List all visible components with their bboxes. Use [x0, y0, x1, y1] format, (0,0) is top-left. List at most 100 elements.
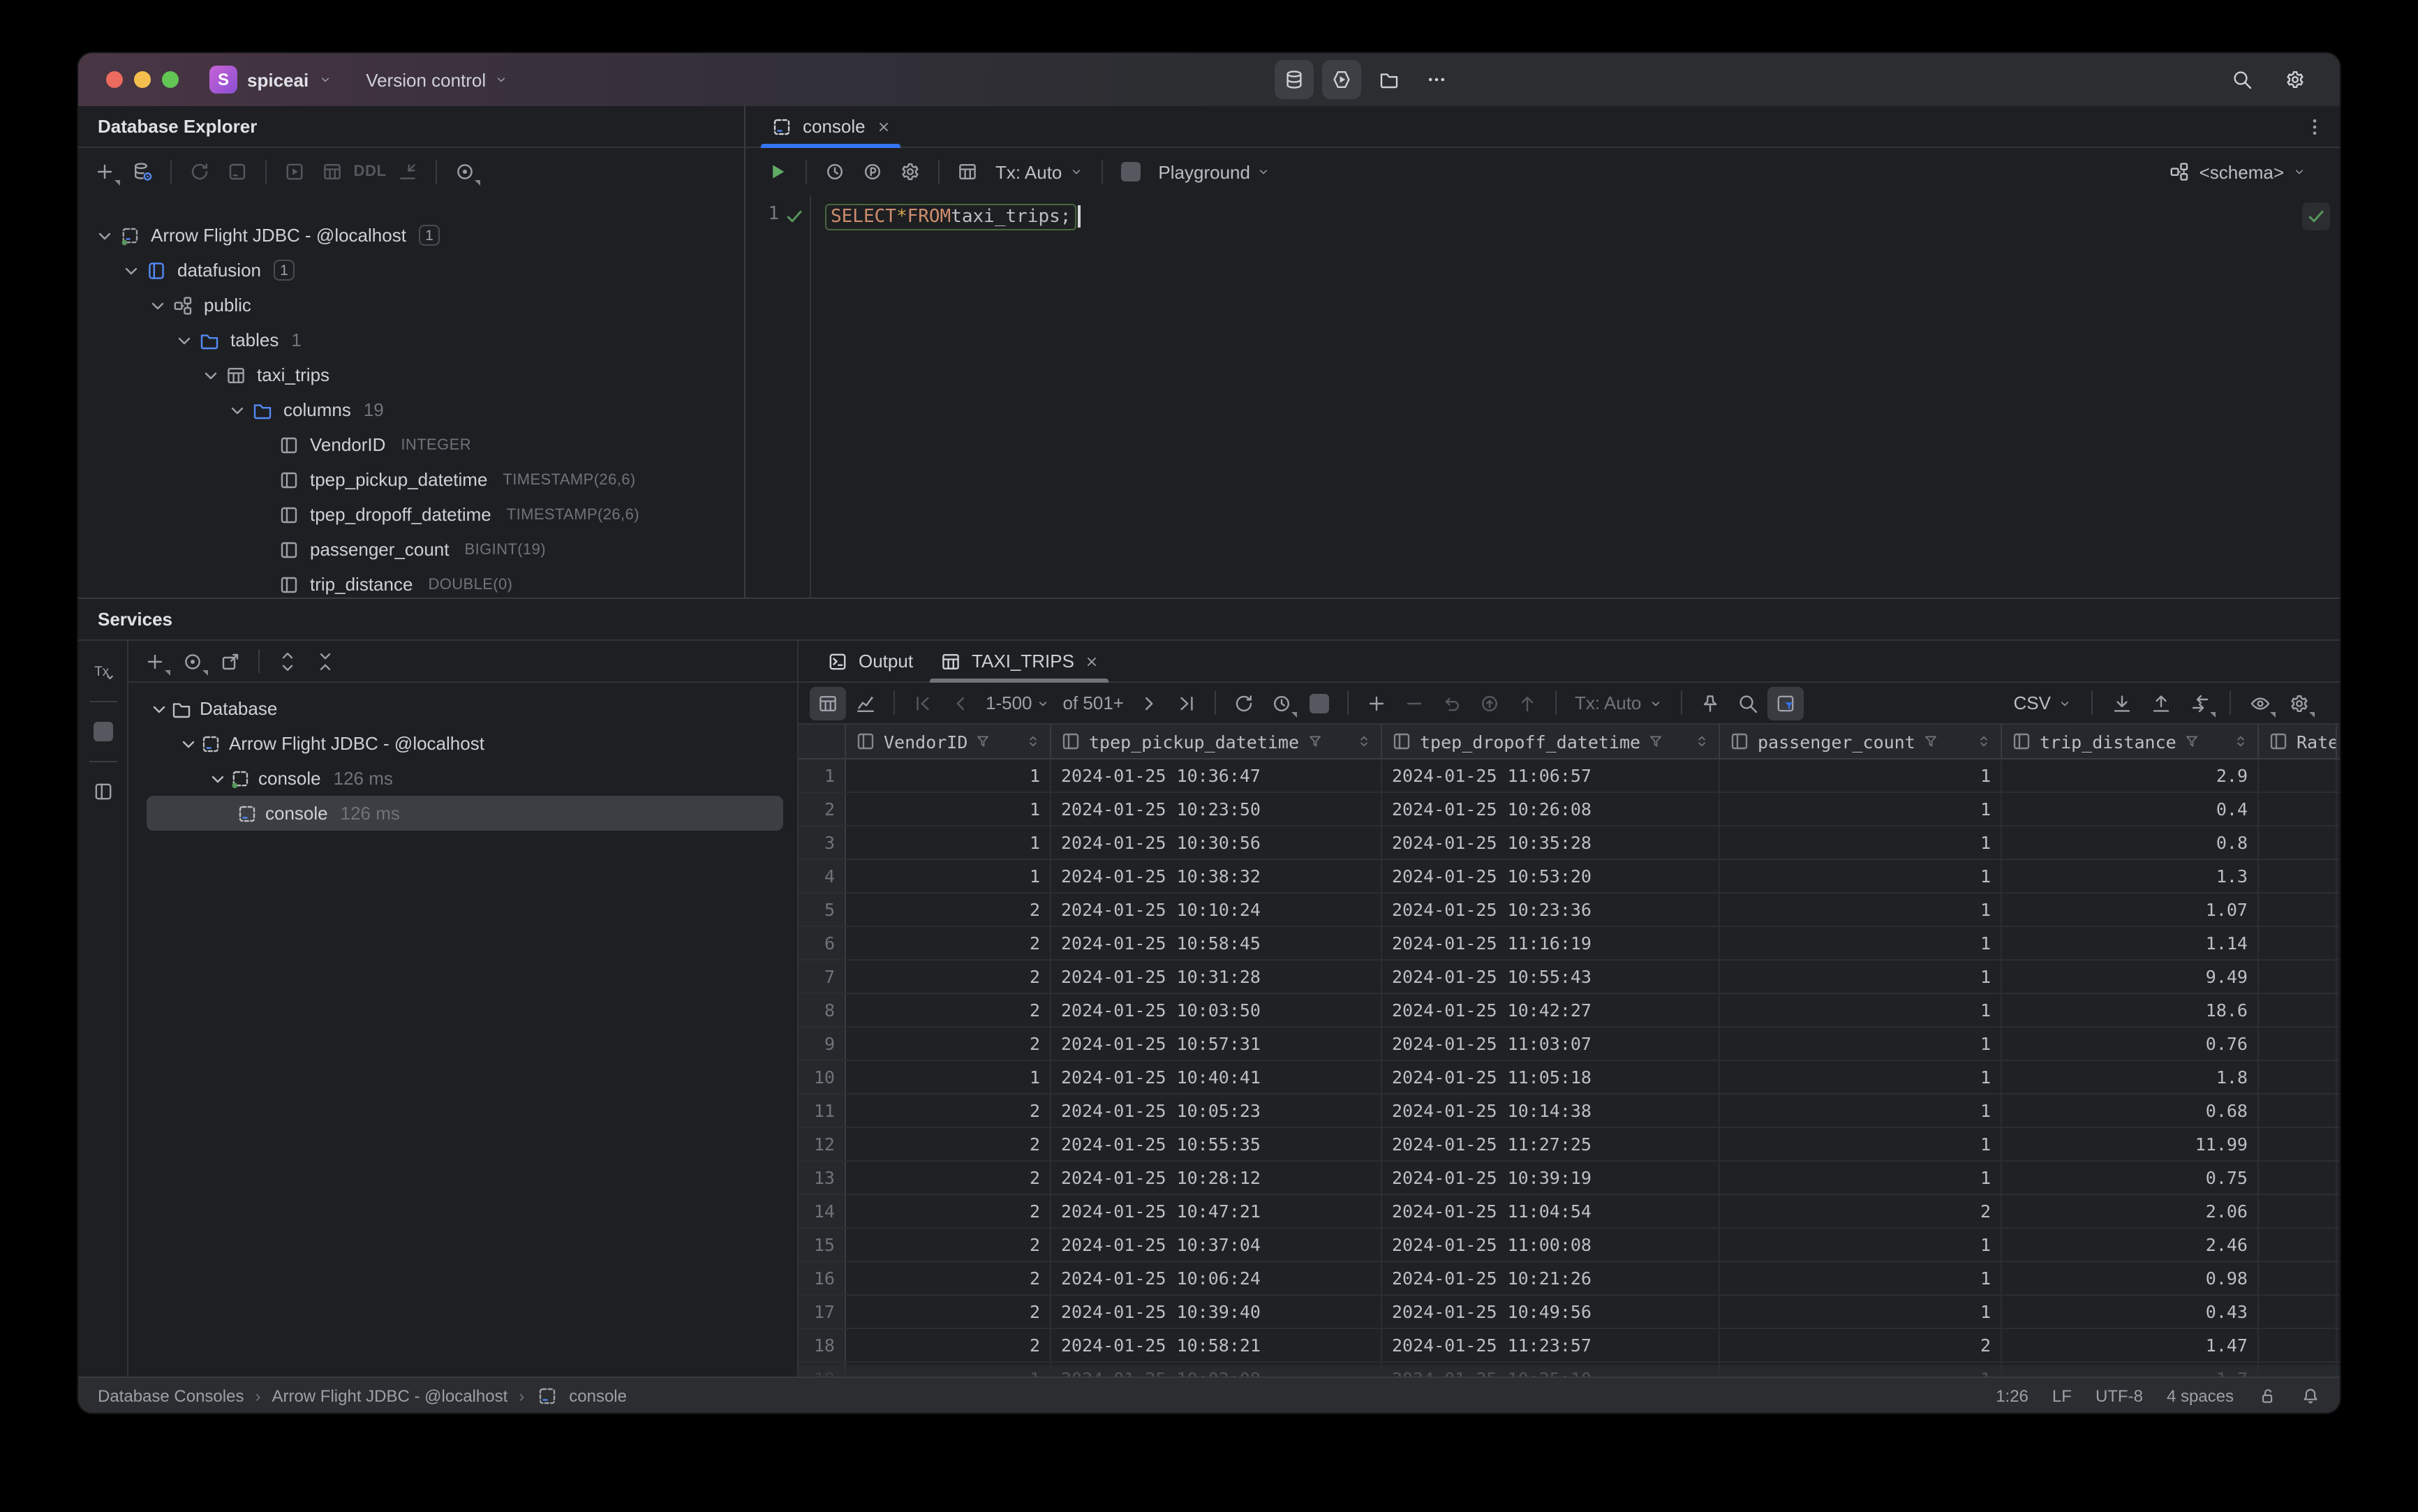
- grid-cell[interactable]: 2024-01-25 10:30:56: [1051, 827, 1382, 859]
- expand-chevron-icon[interactable]: [145, 294, 169, 316]
- column-header-tpep_pickup_datetime[interactable]: tpep_pickup_datetime: [1051, 725, 1382, 758]
- grid-cell[interactable]: 2024-01-25 10:23:36: [1382, 894, 1720, 926]
- services-tree-item[interactable]: Database: [128, 691, 797, 726]
- expand-chevron-icon[interactable]: [198, 364, 222, 386]
- grid-cell[interactable]: 2024-01-25 10:37:04: [1051, 1229, 1382, 1261]
- import-export-button[interactable]: [390, 155, 426, 188]
- export-data-button[interactable]: [2104, 686, 2140, 720]
- explain-plan-button[interactable]: [854, 155, 891, 188]
- expand-chevron-icon[interactable]: [119, 259, 142, 281]
- caret-position[interactable]: 1:26: [1996, 1386, 2028, 1405]
- row-number[interactable]: 1: [799, 759, 846, 792]
- find-in-grid-button[interactable]: [1729, 686, 1765, 720]
- close-window-button[interactable]: [106, 71, 123, 88]
- filter-funnel-icon[interactable]: [2183, 733, 2200, 750]
- pin-tab-button[interactable]: [1691, 686, 1728, 720]
- explorer-tree-item[interactable]: datafusion 1: [78, 253, 744, 288]
- grid-cell[interactable]: 2.46: [2002, 1229, 2259, 1261]
- grid-cell[interactable]: 2024-01-25 10:28:12: [1051, 1162, 1382, 1194]
- grid-cell[interactable]: 2: [846, 1195, 1051, 1227]
- row-number[interactable]: 4: [799, 860, 846, 892]
- open-in-new-tab-button[interactable]: [212, 644, 249, 678]
- chart-view-button[interactable]: [847, 686, 884, 720]
- grid-cell[interactable]: 1.47: [2002, 1329, 2259, 1361]
- sort-icon[interactable]: [1975, 733, 1992, 750]
- search-everywhere-button[interactable]: [2223, 60, 2262, 99]
- row-number[interactable]: 6: [799, 927, 846, 959]
- jump-to-console-button[interactable]: [219, 155, 255, 188]
- query-history-button[interactable]: [817, 155, 853, 188]
- row-number[interactable]: 11: [799, 1095, 846, 1127]
- explorer-tree-item[interactable]: passenger_count BIGINT(19): [78, 532, 744, 567]
- grid-cell[interactable]: [2259, 1061, 2337, 1093]
- grid-cell[interactable]: 1: [846, 827, 1051, 859]
- row-number[interactable]: 12: [799, 1128, 846, 1160]
- grid-cell[interactable]: 2: [846, 1128, 1051, 1160]
- explorer-tree-item[interactable]: public: [78, 288, 744, 323]
- grid-cell[interactable]: 0.8: [2002, 827, 2259, 859]
- grid-cell[interactable]: 1: [1720, 759, 2002, 792]
- inspection-status[interactable]: [2302, 202, 2330, 230]
- grid-cell[interactable]: [2259, 759, 2337, 792]
- editor-options-icon[interactable]: [2304, 115, 2326, 138]
- filter-funnel-icon[interactable]: [1306, 733, 1323, 750]
- grid-cell[interactable]: 2: [846, 1028, 1051, 1060]
- grid-cell[interactable]: 2024-01-25 11:04:54: [1382, 1195, 1720, 1227]
- grid-cell[interactable]: [2259, 1329, 2337, 1361]
- grid-cell[interactable]: [2259, 1229, 2337, 1261]
- grid-cell[interactable]: 2: [1720, 1329, 2002, 1361]
- grid-cell[interactable]: 2024-01-25 10:23:50: [1051, 793, 1382, 825]
- open-data-button[interactable]: [314, 155, 350, 188]
- explorer-tree-item[interactable]: columns 19: [78, 392, 744, 427]
- row-number[interactable]: 2: [799, 793, 846, 825]
- auto-refresh-button[interactable]: [1263, 686, 1300, 720]
- grid-cell[interactable]: 2024-01-25 11:23:57: [1382, 1329, 1720, 1361]
- grid-cell[interactable]: [2259, 894, 2337, 926]
- filter-funnel-icon[interactable]: [974, 733, 991, 750]
- refresh-button[interactable]: [181, 155, 218, 188]
- grid-cell[interactable]: [2259, 1128, 2337, 1160]
- services-tree-item[interactable]: console 126 ms: [128, 761, 797, 796]
- settings-button[interactable]: [2276, 60, 2315, 99]
- grid-cell[interactable]: [2259, 860, 2337, 892]
- row-number[interactable]: 9: [799, 1028, 846, 1060]
- grid-cell[interactable]: 2024-01-25 10:58:45: [1051, 927, 1382, 959]
- grid-cell[interactable]: 2.06: [2002, 1195, 2259, 1227]
- grid-cell[interactable]: 2024-01-25 10:36:47: [1051, 759, 1382, 792]
- explorer-tree-item[interactable]: tpep_dropoff_datetime TIMESTAMP(26,6): [78, 497, 744, 532]
- line-ending[interactable]: LF: [2052, 1386, 2072, 1405]
- grid-cell[interactable]: 2024-01-25 10:05:23: [1051, 1095, 1382, 1127]
- grid-cell[interactable]: 2024-01-25 11:27:25: [1382, 1128, 1720, 1160]
- grid-cell[interactable]: 1: [1720, 1162, 2002, 1194]
- grid-cell[interactable]: [2259, 1262, 2337, 1294]
- grid-cell[interactable]: 2024-01-25 10:26:08: [1382, 793, 1720, 825]
- grid-cell[interactable]: 1: [1720, 961, 2002, 993]
- grid-cell[interactable]: 0.98: [2002, 1262, 2259, 1294]
- grid-cell[interactable]: 2: [1720, 1195, 2002, 1227]
- view-options-button[interactable]: [2242, 686, 2278, 720]
- expand-chevron-icon[interactable]: [172, 329, 195, 351]
- row-number[interactable]: 3: [799, 827, 846, 859]
- grid-cell[interactable]: 2: [846, 1296, 1051, 1328]
- grid-cell[interactable]: 18.6: [2002, 994, 2259, 1026]
- explorer-tree-item[interactable]: tpep_pickup_datetime TIMESTAMP(26,6): [78, 462, 744, 497]
- import-data-button[interactable]: [2143, 686, 2179, 720]
- grid-cell[interactable]: 1.8: [2002, 1061, 2259, 1093]
- page-size-selector[interactable]: 1-500: [980, 692, 1056, 713]
- grid-cell[interactable]: 9.49: [2002, 961, 2259, 993]
- grid-cell[interactable]: 2: [846, 1229, 1051, 1261]
- explorer-tree-item[interactable]: tables 1: [78, 323, 744, 357]
- editor-body[interactable]: 1 SELECT * FROM taxi_trips;: [746, 195, 2340, 598]
- grid-cell[interactable]: 2024-01-25 10:42:27: [1382, 994, 1720, 1026]
- grid-cell[interactable]: 2: [846, 961, 1051, 993]
- grid-cell[interactable]: [2259, 1028, 2337, 1060]
- grid-cell[interactable]: 2: [846, 994, 1051, 1026]
- grid-cell[interactable]: 2024-01-25 11:06:57: [1382, 759, 1720, 792]
- row-number[interactable]: 8: [799, 994, 846, 1026]
- grid-cell[interactable]: 2024-01-25 10:35:28: [1382, 827, 1720, 859]
- breadcrumb-item[interactable]: Database Consoles: [98, 1386, 244, 1405]
- grid-cell[interactable]: 1: [846, 793, 1051, 825]
- indent-setting[interactable]: 4 spaces: [2167, 1386, 2234, 1405]
- grid-cell[interactable]: [2259, 961, 2337, 993]
- row-number[interactable]: 10: [799, 1061, 846, 1093]
